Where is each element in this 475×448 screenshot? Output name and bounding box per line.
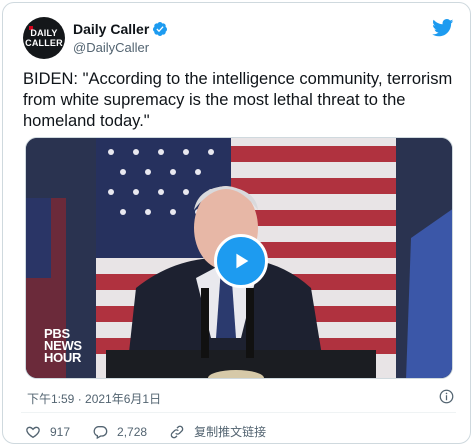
tweet-timestamp[interactable]: 下午1:59 · 2021年6月1日: [27, 390, 161, 407]
action-bar: 917 2,728 复制推文链接: [25, 423, 288, 440]
like-count: 917: [50, 424, 71, 439]
link-icon: [170, 425, 184, 438]
avatar-line1: DAILY: [30, 28, 58, 38]
reply-button[interactable]: 2,728: [92, 424, 147, 440]
avatar-line2: CALLER: [25, 38, 63, 48]
heart-icon: [26, 426, 40, 438]
author-name-row[interactable]: Daily Caller: [73, 21, 168, 37]
info-icon[interactable]: [439, 389, 454, 404]
video-player[interactable]: PBS NEWS HOUR: [25, 137, 453, 379]
like-button[interactable]: 917: [25, 424, 70, 440]
author-display-name[interactable]: Daily Caller: [73, 21, 149, 37]
twitter-bird-icon[interactable]: [432, 19, 454, 37]
tweet-card[interactable]: DAILY CALLER Daily Caller @DailyCaller B…: [2, 2, 471, 444]
avatar[interactable]: DAILY CALLER: [23, 17, 65, 59]
watermark-line3: HOUR: [44, 350, 82, 365]
divider: [21, 412, 456, 413]
pbs-newshour-watermark: PBS NEWS HOUR: [44, 327, 82, 365]
play-icon: [236, 253, 249, 269]
copy-link-label: 复制推文链接: [194, 425, 267, 439]
author-handle[interactable]: @DailyCaller: [73, 40, 149, 55]
play-button[interactable]: [214, 234, 268, 288]
copy-link-button[interactable]: 复制推文链接: [169, 423, 266, 440]
reply-icon: [93, 425, 108, 439]
tweet-text: BIDEN: "According to the intelligence co…: [23, 70, 453, 130]
verified-badge-icon: [153, 22, 168, 36]
reply-count: 2,728: [117, 424, 148, 439]
